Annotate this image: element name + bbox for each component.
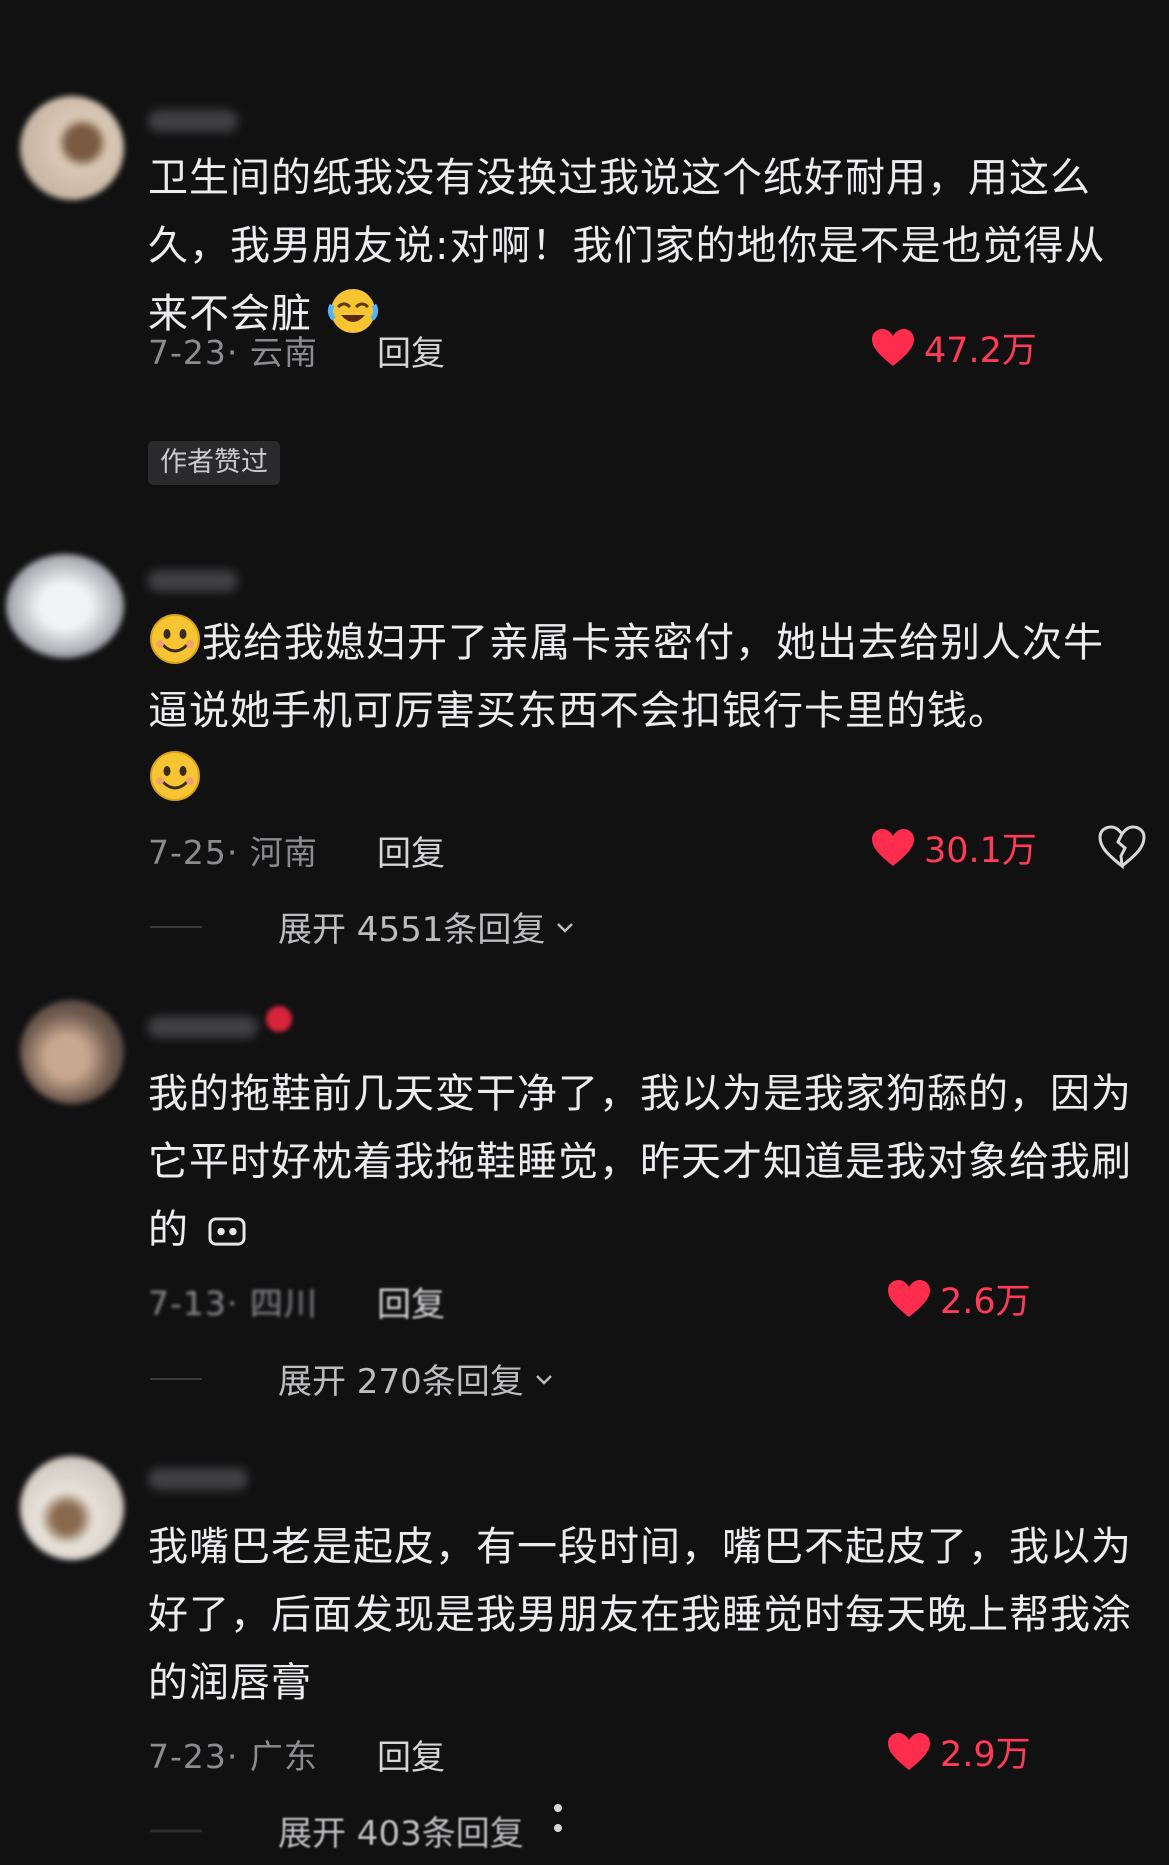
like-button[interactable]: 30.1万 bbox=[870, 822, 1037, 873]
heart-icon bbox=[888, 1279, 930, 1317]
expand-replies-button[interactable]: 展开 403条回复 bbox=[150, 1806, 524, 1855]
like-button[interactable]: 47.2万 bbox=[870, 322, 1037, 373]
username[interactable] bbox=[148, 1016, 258, 1038]
reply-button[interactable]: 回复 bbox=[377, 1277, 445, 1326]
heart-icon bbox=[888, 1732, 930, 1770]
heart-icon bbox=[872, 328, 914, 366]
heart-icon bbox=[872, 828, 914, 866]
red-badge-icon bbox=[266, 1006, 292, 1032]
like-count: 47.2万 bbox=[924, 331, 1037, 371]
like-button[interactable]: 2.9万 bbox=[886, 1726, 1031, 1777]
avatar[interactable] bbox=[20, 1000, 124, 1104]
emoji-icon bbox=[208, 1217, 246, 1246]
chevron-down-icon bbox=[535, 1374, 552, 1385]
username[interactable] bbox=[148, 570, 238, 592]
comment-text: 我的拖鞋前几天变干净了，我以为是我家狗舔的，因为它平时好枕着我拖鞋睡觉，昨天才知… bbox=[148, 1071, 1132, 1253]
username[interactable] bbox=[148, 1468, 248, 1490]
reply-button[interactable]: 回复 bbox=[377, 1730, 445, 1779]
more-options-icon[interactable] bbox=[548, 1798, 568, 1844]
username[interactable] bbox=[148, 110, 238, 132]
comment-text: 卫生间的纸我没有没换过我说这个纸好耐用，用这么久，我男朋友说:对啊！我们家的地你… bbox=[148, 155, 1106, 337]
like-count: 2.6万 bbox=[940, 1282, 1031, 1322]
broken-heart-icon[interactable] bbox=[1097, 824, 1147, 870]
expand-replies-button[interactable]: 展开 4551条回复 bbox=[150, 902, 577, 951]
like-button[interactable]: 2.6万 bbox=[886, 1273, 1031, 1324]
avatar[interactable] bbox=[20, 1456, 124, 1560]
like-count: 30.1万 bbox=[924, 831, 1037, 871]
crying-laughing-face-icon bbox=[327, 289, 378, 333]
author-liked-badge: 作者赞过 bbox=[148, 441, 280, 485]
smiling-face-icon bbox=[150, 614, 200, 664]
expand-replies-button[interactable]: 展开 270条回复 bbox=[150, 1354, 556, 1403]
comment-text: 我给我媳妇开了亲属卡亲密付，她出去给别人次牛逼说她手机可厉害买东西不会扣银行卡里… bbox=[148, 609, 1143, 814]
comment-date-location: 7-25· 河南 bbox=[148, 833, 318, 872]
avatar[interactable] bbox=[20, 96, 124, 200]
avatar[interactable] bbox=[6, 554, 124, 658]
reply-button[interactable]: 回复 bbox=[377, 326, 445, 375]
reply-button[interactable]: 回复 bbox=[377, 826, 445, 875]
comment-date-location: 7-23· 云南 bbox=[148, 333, 318, 372]
chevron-down-icon bbox=[557, 922, 574, 933]
divider bbox=[150, 1377, 202, 1380]
divider bbox=[150, 925, 202, 928]
smiling-face-icon bbox=[150, 751, 200, 801]
like-count: 2.9万 bbox=[940, 1735, 1031, 1775]
comment-text: 我嘴巴老是起皮，有一段时间，嘴巴不起皮了，我以为好了，后面发现是我男朋友在我睡觉… bbox=[148, 1524, 1132, 1706]
comment-date-location: 7-23· 广东 bbox=[148, 1737, 318, 1776]
comment-date-location: 7-13· 四川 bbox=[148, 1284, 318, 1323]
divider bbox=[150, 1829, 202, 1832]
